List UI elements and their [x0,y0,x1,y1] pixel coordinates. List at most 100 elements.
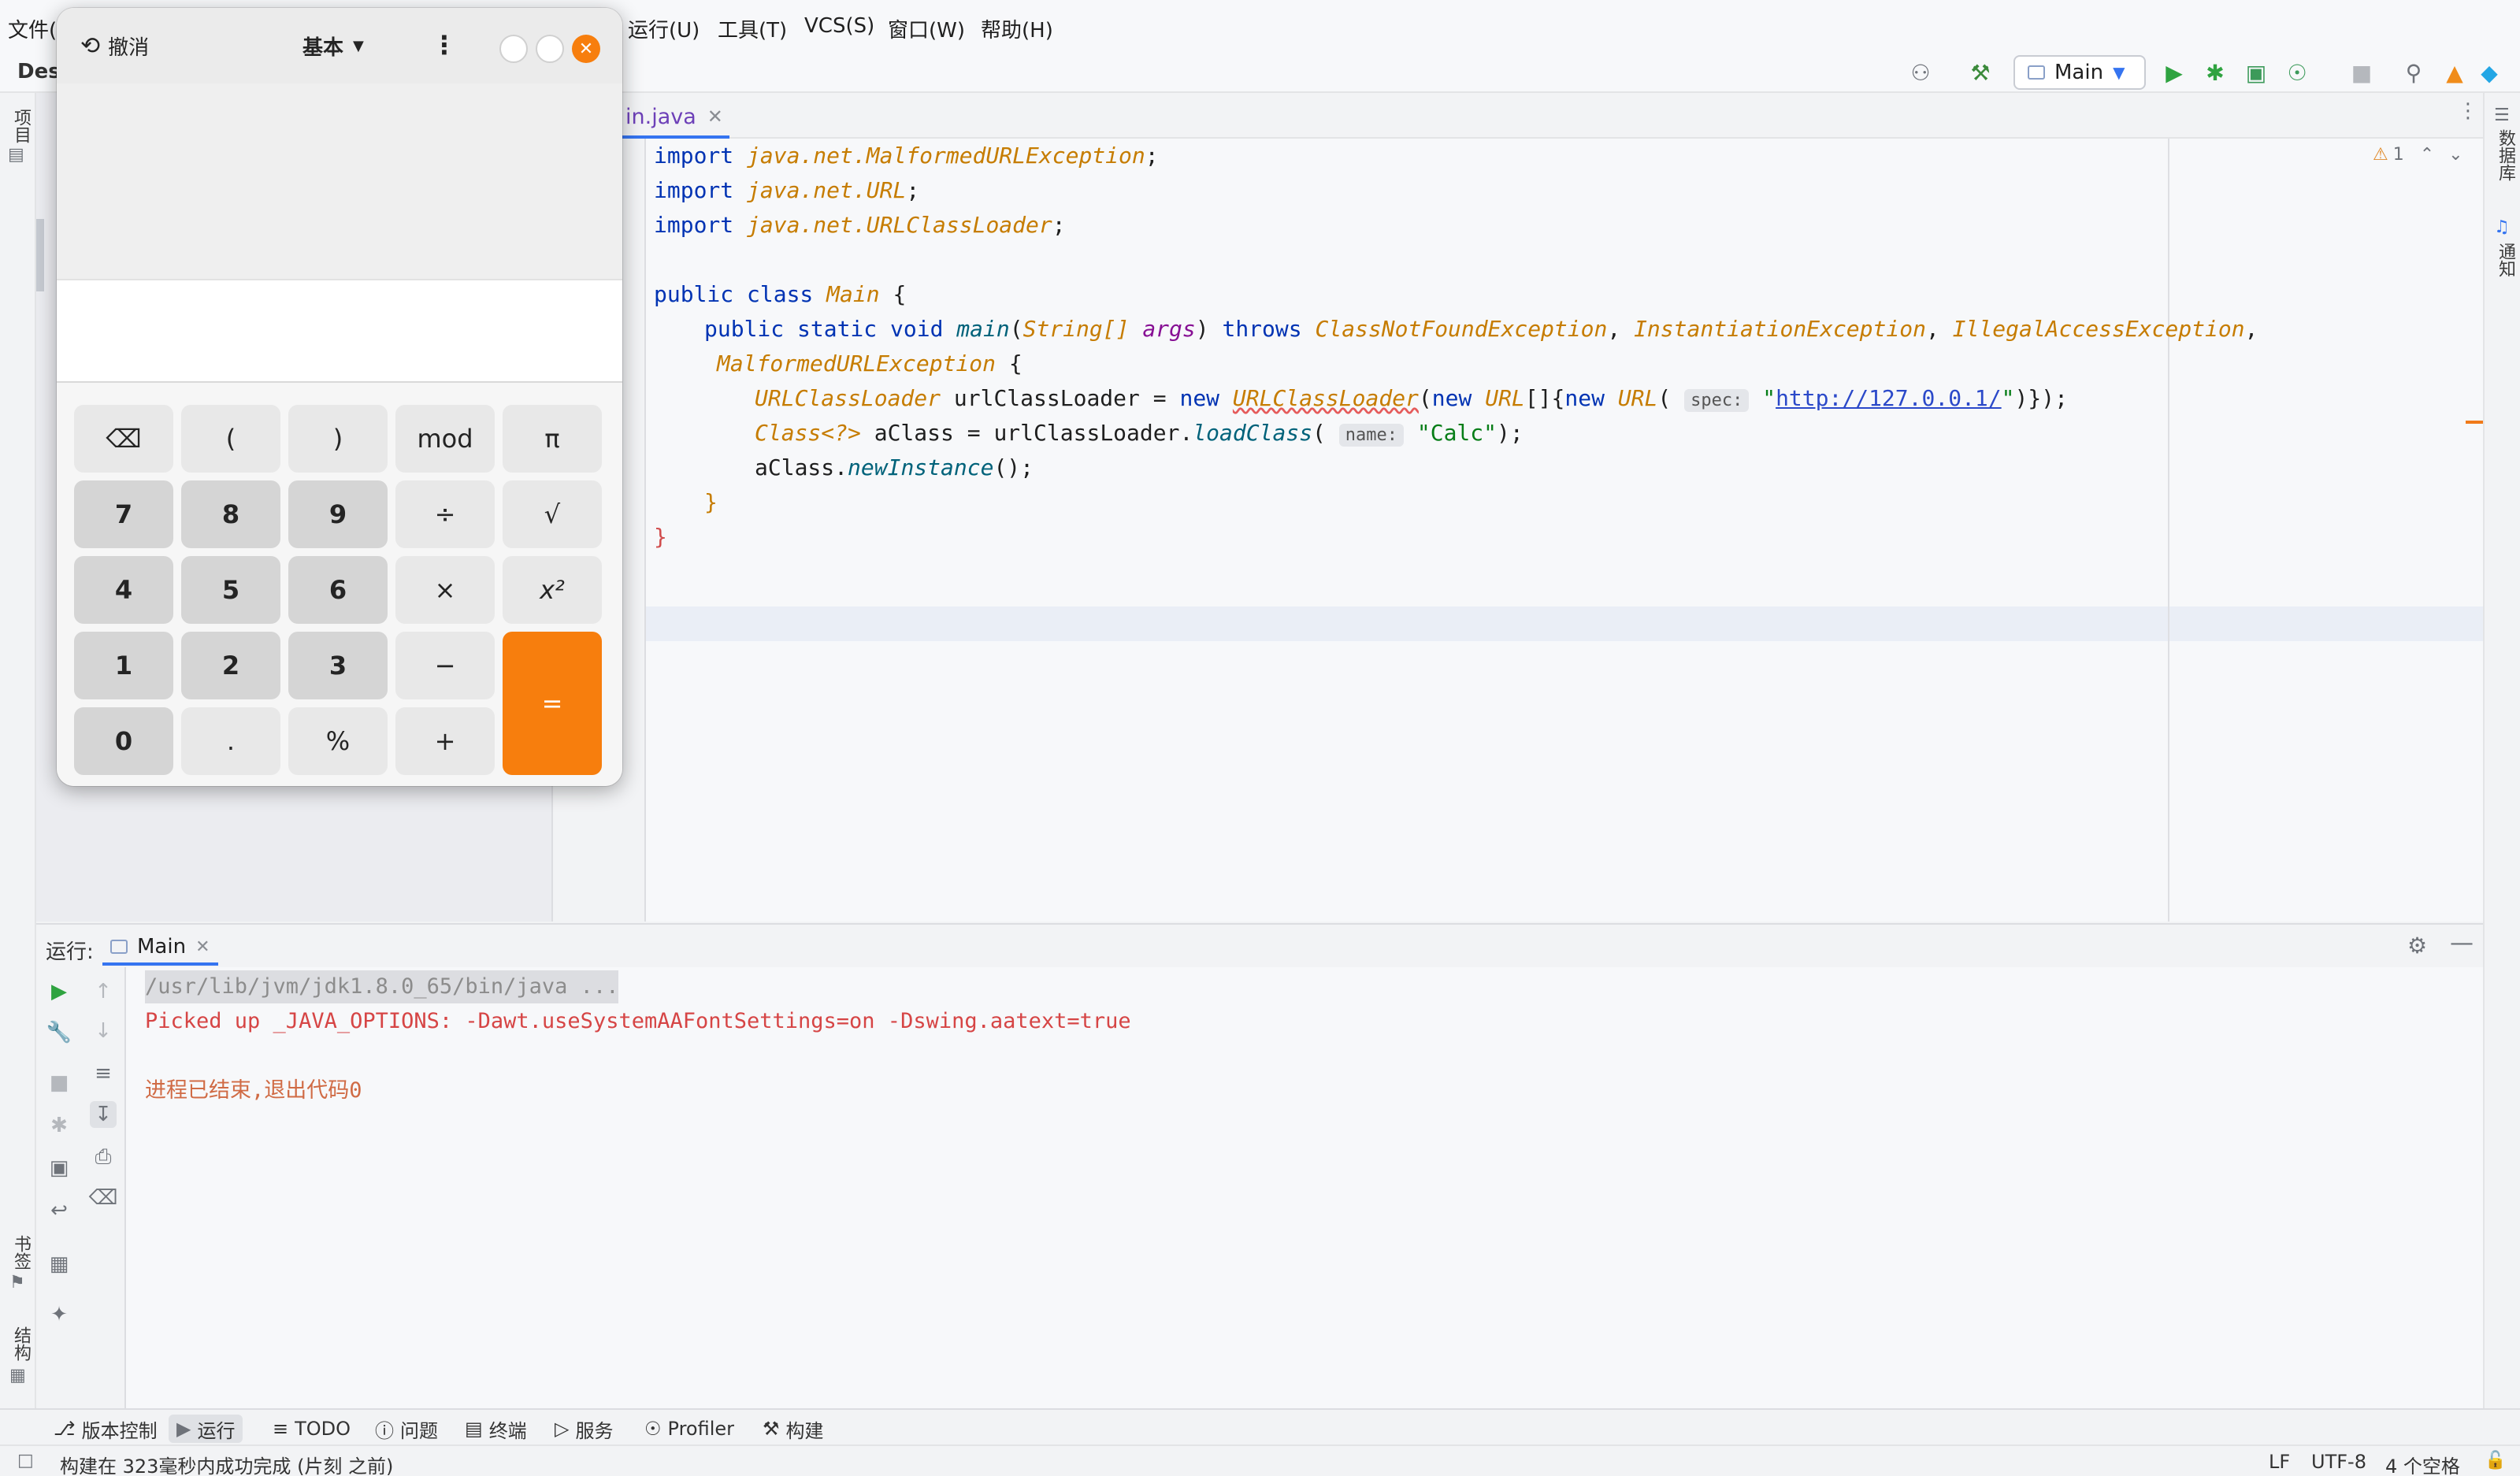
tool-problems[interactable]: ⓘ 问题 [367,1415,446,1443]
digit-2-key[interactable]: 2 [181,632,280,699]
update-icon[interactable]: ▲ [2439,57,2470,88]
tool-version-control[interactable]: ⎇ 版本控制 [46,1415,165,1443]
arrow-down-icon[interactable]: ↓ [90,1018,117,1044]
divide-key[interactable]: ÷ [395,480,495,548]
digit-6-key[interactable]: 6 [288,556,388,624]
code-area[interactable]: import java.net.MalformedURLException; i… [654,139,2483,922]
layout-icon[interactable]: ▦ [46,1251,72,1278]
menu-kebab-icon[interactable]: ⋮ [432,30,457,60]
mode-selector[interactable]: 基本 ▼ [302,32,364,61]
structure-icon[interactable]: ▦ [9,1366,26,1385]
minimize-icon[interactable]: — [2450,929,2474,957]
more-options-icon[interactable]: ⋮ [2458,99,2478,123]
folder-icon[interactable]: ▤ [8,145,24,165]
console-line: /usr/lib/jvm/jdk1.8.0_65/bin/java ... [145,970,619,1003]
subtract-key[interactable]: − [395,632,495,699]
close-paren-key[interactable]: ) [288,405,388,473]
maximize-button[interactable] [536,35,564,63]
digit-4-key[interactable]: 4 [74,556,173,624]
jetbrains-icon[interactable]: ◆ [2474,57,2505,88]
tool-profiler[interactable]: ☉ Profiler [636,1415,742,1443]
digit-3-key[interactable]: 3 [288,632,388,699]
add-key[interactable]: + [395,707,495,775]
menu-file[interactable]: 文件( [8,14,57,43]
line-separator[interactable]: LF [2269,1451,2290,1473]
trash-icon[interactable]: ⌫ [89,1185,118,1211]
menu-vcs[interactable]: VCS(S) [804,14,874,38]
profile-icon[interactable]: ☉ [2281,57,2313,88]
run-configuration-select[interactable]: Main ▼ [2013,55,2146,90]
pi-key[interactable]: π [503,405,602,473]
digit-5-key[interactable]: 5 [181,556,280,624]
digit-8-key[interactable]: 8 [181,480,280,548]
indent-setting[interactable]: 4 个空格 [2385,1451,2460,1476]
tool-build[interactable]: ⚒ 构建 [755,1415,832,1443]
close-icon[interactable]: ✕ [195,937,210,957]
menu-tools[interactable]: 工具(T) [718,14,787,43]
backspace-key[interactable]: ⌫ [74,405,173,473]
menu-run[interactable]: 运行(U) [628,14,700,43]
play-icon: ▶ [176,1418,191,1440]
stop-icon[interactable]: ■ [46,1070,72,1096]
digit-1-key[interactable]: 1 [74,632,173,699]
tool-run[interactable]: ▶ 运行 [169,1415,243,1443]
list-icon: ≡ [273,1418,289,1440]
run-tab-main[interactable]: Main ✕ [102,931,218,966]
user-icon[interactable]: ⚇ [1905,57,1936,88]
close-icon[interactable]: ✕ [707,106,723,128]
menu-window[interactable]: 窗口(W) [888,14,965,43]
percent-key[interactable]: % [288,707,388,775]
search-icon[interactable]: ⚲ [2398,57,2429,88]
tool-todo[interactable]: ≡ TODO [265,1415,358,1443]
menu-help[interactable]: 帮助(H) [981,14,1053,43]
file-encoding[interactable]: UTF-8 [2311,1451,2366,1473]
equals-key[interactable]: = [503,632,602,775]
database-icon[interactable]: ☰ [2494,106,2510,125]
rerun-icon[interactable]: ▶ [46,978,72,1005]
mod-key[interactable]: mod [395,405,495,473]
gear-icon[interactable]: ⚙ [2407,933,2427,959]
open-paren-key[interactable]: ( [181,405,280,473]
build-hammer-icon[interactable]: ⚒ [1965,57,1996,88]
stop-icon[interactable]: ■ [2346,57,2377,88]
history-display [57,83,622,280]
camera-icon[interactable]: ▣ [46,1155,72,1181]
wrench-icon[interactable]: 🔧 [46,1019,72,1046]
decimal-key[interactable]: . [181,707,280,775]
panel-toggle-icon[interactable]: □ [17,1451,34,1470]
bell-icon[interactable]: ♫ [2494,217,2510,237]
scroll-to-end-icon[interactable]: ↧ [90,1101,117,1128]
info-icon: ⓘ [375,1419,394,1442]
print-icon[interactable]: ⎙ [90,1144,117,1170]
console-output[interactable]: /usr/lib/jvm/jdk1.8.0_65/bin/java ... Pi… [134,967,2481,1410]
coverage-icon[interactable]: ▣ [2240,57,2272,88]
pin-icon[interactable]: ✦ [46,1301,72,1328]
stripe-bookmarks[interactable]: 书签 [8,1235,33,1270]
close-button[interactable]: ✕ [572,35,600,63]
arrow-up-icon[interactable]: ↑ [90,978,117,1005]
stripe-structure[interactable]: 结构 [8,1326,33,1361]
lock-icon[interactable]: 🔓 [2485,1451,2506,1470]
tool-terminal[interactable]: ▤ 终端 [457,1415,535,1443]
input-display[interactable] [57,280,622,383]
sqrt-key[interactable]: √ [503,480,602,548]
soft-wrap-icon[interactable]: ≡ [90,1060,117,1087]
editor-tab-main-java[interactable]: in.java ✕ [619,98,729,139]
undo-button[interactable]: ⟲ 撤消 [80,32,149,61]
digit-0-key[interactable]: 0 [74,707,173,775]
tool-services[interactable]: ▷ 服务 [547,1415,621,1443]
debug-icon[interactable]: ✱ [2199,57,2231,88]
minimize-button[interactable] [499,35,528,63]
stripe-notifications[interactable]: 通知 [2492,243,2518,277]
digit-9-key[interactable]: 9 [288,480,388,548]
param-hint-name: name: [1338,424,1404,447]
stripe-project[interactable]: 项目 [8,109,33,143]
run-icon[interactable]: ▶ [2158,57,2190,88]
multiply-key[interactable]: × [395,556,495,624]
bookmark-icon[interactable]: ⚑ [9,1273,25,1292]
digit-7-key[interactable]: 7 [74,480,173,548]
debug-disabled-icon[interactable]: ✱ [46,1112,72,1139]
stripe-database[interactable]: 数据库 [2492,129,2518,181]
square-key[interactable]: x² [503,556,602,624]
login-icon[interactable]: ↩ [46,1197,72,1224]
